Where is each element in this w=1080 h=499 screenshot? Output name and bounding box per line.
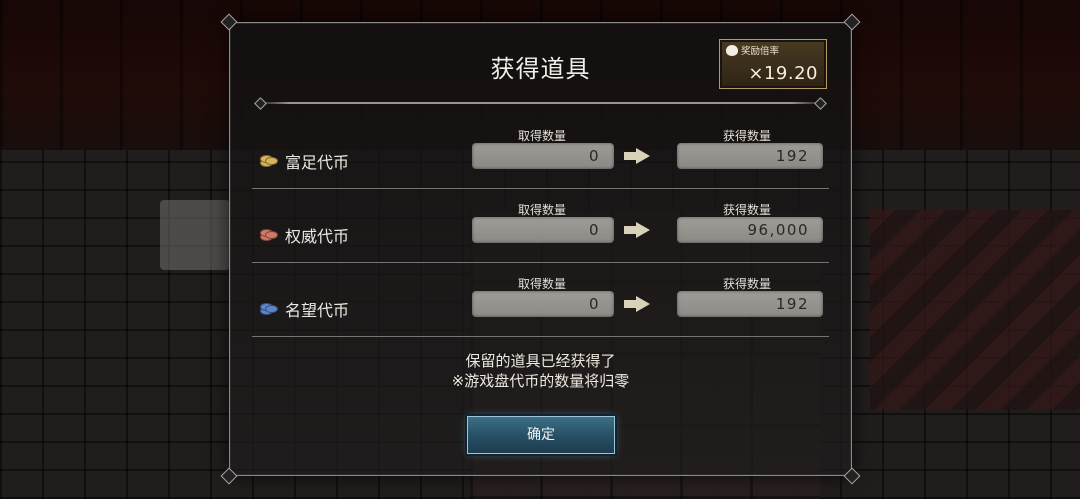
- paw-icon: [726, 44, 738, 56]
- gained-quantity-label: 获得数量: [722, 203, 771, 217]
- item-name: 权威代币: [285, 227, 350, 246]
- taken-quantity-label: 取得数量: [517, 129, 566, 143]
- confirm-button[interactable]: 确定: [467, 416, 615, 454]
- row-divider: [252, 188, 829, 189]
- gained-quantity-field: 192: [677, 143, 823, 169]
- gained-quantity-field: 96,000: [677, 217, 823, 243]
- blue-coin-icon: [260, 301, 278, 315]
- row-divider: [252, 336, 829, 337]
- notice-line-2: ※游戏盘代币的数量将归零: [451, 372, 630, 390]
- reward-dialog: 获得道具 奖励倍率 ×19.20 富足代币 取得数量 获得数量 0 192 权威…: [220, 13, 861, 485]
- multiplier-label: 奖励倍率: [741, 46, 780, 57]
- gained-quantity-value: 192: [775, 147, 809, 165]
- notice-text: 保留的道具已经获得了 ※游戏盘代币的数量将归零: [230, 351, 851, 391]
- taken-quantity-field: 0: [472, 143, 614, 169]
- reward-row: 名望代币 取得数量 获得数量 0 192: [252, 267, 829, 337]
- gained-quantity-label: 获得数量: [722, 277, 771, 291]
- item-name: 名望代币: [285, 301, 350, 320]
- taken-quantity-label: 取得数量: [517, 277, 566, 291]
- gold-coin-icon: [260, 153, 278, 167]
- taken-quantity-value: 0: [588, 147, 600, 165]
- taken-quantity-value: 0: [588, 295, 600, 313]
- arrow-right-icon: [624, 296, 650, 312]
- taken-quantity-field: 0: [472, 291, 614, 317]
- reward-row: 富足代币 取得数量 获得数量 0 192: [252, 119, 829, 189]
- taken-quantity-value: 0: [588, 221, 600, 239]
- reward-row: 权威代币 取得数量 获得数量 0 96,000: [252, 193, 829, 263]
- arrow-right-icon: [624, 148, 650, 164]
- red-coin-icon: [260, 227, 278, 241]
- gained-quantity-value: 192: [775, 295, 809, 313]
- row-divider: [252, 262, 829, 263]
- reward-multiplier-badge: 奖励倍率 ×19.20: [719, 39, 827, 89]
- gained-quantity-field: 192: [677, 291, 823, 317]
- multiplier-value: ×19.20: [748, 63, 818, 84]
- item-name: 富足代币: [285, 153, 350, 172]
- notice-line-1: 保留的道具已经获得了: [465, 352, 616, 370]
- taken-quantity-label: 取得数量: [517, 203, 566, 217]
- taken-quantity-field: 0: [472, 217, 614, 243]
- gained-quantity-value: 96,000: [747, 221, 809, 239]
- title-divider: [256, 102, 825, 104]
- gained-quantity-label: 获得数量: [722, 129, 771, 143]
- arrow-right-icon: [624, 222, 650, 238]
